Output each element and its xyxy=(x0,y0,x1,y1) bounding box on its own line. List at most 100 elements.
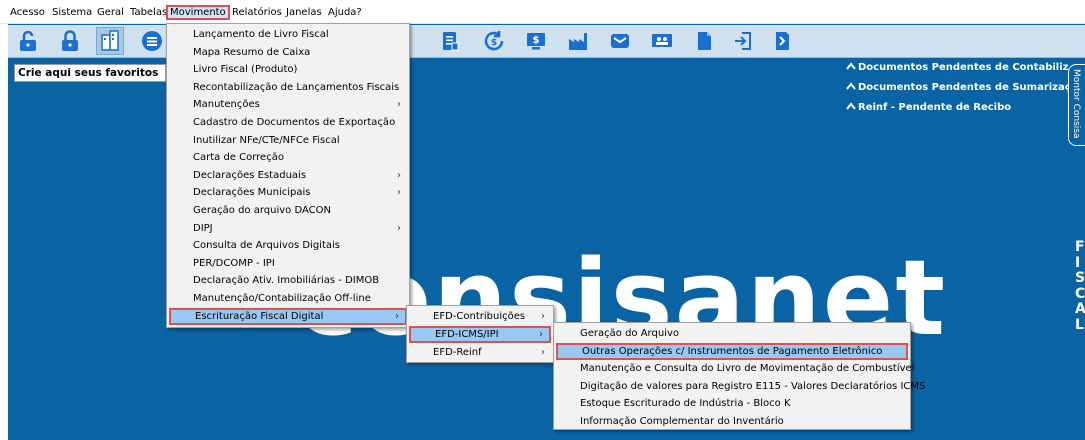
movimento-menu-item[interactable]: Livro Fiscal (Produto) xyxy=(169,61,407,78)
efd-menu-item[interactable]: EFD-ICMS/IPI › xyxy=(409,326,551,343)
tag-icon[interactable] xyxy=(768,27,796,55)
svg-text:$: $ xyxy=(491,38,497,48)
movimento-menu-item[interactable]: Escrituração Fiscal Digital › xyxy=(169,307,407,325)
side-letter: F xyxy=(1075,239,1085,255)
movimento-menu-item-label: Inutilizar NFe/CTe/NFCe Fiscal xyxy=(193,134,340,146)
movimento-menu-item[interactable]: Manutenções › xyxy=(169,96,407,113)
movimento-menu-item[interactable]: Mapa Resumo de Caixa xyxy=(169,44,407,61)
menu-janelas[interactable]: Janelas xyxy=(284,6,324,21)
movimento-menu-item[interactable]: Declaração Ativ. Imobiliárias - DIMOB xyxy=(169,272,407,289)
lock-icon[interactable] xyxy=(56,27,84,55)
movimento-menu-item-label: Recontabilização de Lançamentos Fiscais xyxy=(193,81,400,93)
list-icon[interactable] xyxy=(138,27,166,55)
chevron-right-icon: › xyxy=(397,99,401,111)
efd-menu-item-label: EFD-Contribuições xyxy=(433,311,526,322)
side-letter: A xyxy=(1075,301,1085,317)
movimento-menu-item[interactable]: Recontabilização de Lançamentos Fiscais xyxy=(169,79,407,96)
refresh-money-icon[interactable]: $ xyxy=(480,27,508,55)
factory-icon[interactable] xyxy=(564,27,592,55)
efd-icms-ipi-menu-item[interactable]: Digitação de valores para Registro E115 … xyxy=(556,378,925,395)
money-monitor-icon[interactable]: $ xyxy=(522,27,550,55)
mail-icon[interactable] xyxy=(606,27,634,55)
efd-icms-ipi-menu-item[interactable]: Outras Operações c/ Instrumentos de Paga… xyxy=(556,342,908,360)
movimento-menu-item-label: PER/DCOMP - IPI xyxy=(193,257,275,269)
efd-icms-ipi-menu-item-label: Outras Operações c/ Instrumentos de Paga… xyxy=(582,345,883,357)
efd-menu-item[interactable]: EFD-Reinf › xyxy=(409,344,551,361)
movimento-menu-item[interactable]: Inutilizar NFe/CTe/NFCe Fiscal xyxy=(169,132,407,149)
monitor-side-tab[interactable]: Montor Consisa xyxy=(1068,64,1085,146)
svg-text:$: $ xyxy=(533,35,540,46)
movimento-menu-item-label: DIPJ xyxy=(193,222,213,234)
movimento-menu-item[interactable]: Lançamento de Livro Fiscal xyxy=(169,26,407,43)
pending-summarization-label: Documentos Pendentes de Sumarizaçã xyxy=(858,82,1068,93)
efd-submenu: EFD-Contribuições › EFD-ICMS/IPI › EFD-Reinf… xyxy=(406,305,554,363)
movimento-menu-item-label: Escrituração Fiscal Digital xyxy=(195,310,324,322)
menu-movimento[interactable]: Movimento xyxy=(166,5,230,20)
efd-icms-ipi-menu-item[interactable]: Geração do Arquivo xyxy=(556,325,908,342)
menu-tabelas[interactable]: Tabelas xyxy=(128,6,169,21)
movimento-menu-item[interactable]: Geração do arquivo DACON xyxy=(169,202,407,219)
efd-icms-ipi-menu-item[interactable]: Informação Complementar do Inventário xyxy=(556,413,908,430)
side-letter: C xyxy=(1075,285,1085,302)
menu-sistema[interactable]: Sistema xyxy=(50,6,94,21)
menu-bar: Acesso Sistema Geral Tabelas Movimento R… xyxy=(0,0,1085,24)
chevron-up-icon xyxy=(846,82,856,90)
movimento-menu-item-label: Declaração Ativ. Imobiliárias - DIMOB xyxy=(193,275,380,287)
movimento-menu-item-label: Cadastro de Documentos de Exportação xyxy=(193,117,396,128)
movimento-menu-item[interactable]: Manutenção/Contabilização Off-line xyxy=(169,290,407,307)
menu-ajuda[interactable]: Ajuda? xyxy=(326,6,364,21)
movimento-menu-item-label: Manutenções xyxy=(193,99,260,111)
side-letters: F I S C A L xyxy=(1075,239,1085,333)
company-icon[interactable] xyxy=(96,27,124,55)
menu-relatorios[interactable]: Relatórios xyxy=(230,6,284,21)
movimento-menu-item[interactable]: DIPJ › xyxy=(169,220,407,237)
efd-icms-ipi-menu-item-label: Estoque Escriturado de Indústria - Bloco… xyxy=(580,398,791,409)
chevron-right-icon: › xyxy=(397,222,401,234)
chevron-right-icon: › xyxy=(397,169,401,181)
movimento-menu-item[interactable]: Carta de Correção xyxy=(169,149,407,166)
movimento-menu-item-label: Manutenção/Contabilização Off-line xyxy=(193,293,371,304)
efd-icms-ipi-menu-item-label: Manutenção e Consulta do Livro de Movime… xyxy=(580,363,915,374)
monitor-side-tab-label: Montor Consisa xyxy=(1071,69,1081,139)
menu-acesso[interactable]: Acesso xyxy=(8,6,47,21)
efd-menu-item-label: EFD-ICMS/IPI xyxy=(435,329,499,340)
pending-accounting-link[interactable]: Documentos Pendentes de Contabilizaç xyxy=(846,61,1068,73)
side-letter: S xyxy=(1075,270,1085,286)
movimento-menu-item-label: Lançamento de Livro Fiscal xyxy=(193,29,329,40)
chevron-right-icon: › xyxy=(541,347,545,358)
efd-menu-item[interactable]: EFD-Contribuições › xyxy=(409,308,551,325)
movimento-menu-item-label: Geração do arquivo DACON xyxy=(193,205,331,216)
movimento-menu-item[interactable]: Declarações Estaduais › xyxy=(169,167,407,184)
efd-menu-item-label: EFD-Reinf xyxy=(433,347,482,358)
pending-summarization-link[interactable]: Documentos Pendentes de Sumarizaçã xyxy=(846,81,1068,93)
menu-geral[interactable]: Geral xyxy=(95,6,126,21)
pending-reinf-link[interactable]: Reinf - Pendente de Recibo xyxy=(846,101,1068,113)
unlock-icon[interactable] xyxy=(14,27,42,55)
movimento-menu-item[interactable]: Declarações Municipais › xyxy=(169,184,407,201)
pending-reinf-label: Reinf - Pendente de Recibo xyxy=(858,102,1012,113)
efd-icms-ipi-menu-item[interactable]: Estoque Escriturado de Indústria - Bloco… xyxy=(556,395,908,412)
movimento-menu-item-label: Declarações Estaduais xyxy=(193,169,307,181)
favorites-bar[interactable]: Crie aqui seus favoritos xyxy=(14,64,166,82)
efd-icms-ipi-submenu: Geração do Arquivo Outras Operações c/ In… xyxy=(553,322,925,430)
movimento-menu-item[interactable]: Consulta de Arquivos Digitais xyxy=(169,237,407,254)
movimento-menu-item-label: Declarações Municipais xyxy=(193,187,311,199)
report-icon[interactable] xyxy=(436,27,464,55)
chevron-right-icon: › xyxy=(541,311,545,322)
efd-icms-ipi-menu-item-label: Geração do Arquivo xyxy=(580,328,679,339)
efd-icms-ipi-menu-item-label: Informação Complementar do Inventário xyxy=(580,415,784,427)
movimento-dropdown: Lançamento de Livro Fiscal Mapa Resumo de… xyxy=(166,23,410,328)
efd-icms-ipi-menu-item[interactable]: Manutenção e Consulta do Livro de Movime… xyxy=(556,360,914,377)
transfer-icon[interactable] xyxy=(730,27,758,55)
movimento-menu-item-label: Carta de Correção xyxy=(193,152,284,164)
movimento-menu-item-label: Mapa Resumo de Caixa xyxy=(193,46,311,58)
file-icon[interactable] xyxy=(690,27,718,55)
movimento-menu-item-label: Livro Fiscal (Produto) xyxy=(193,64,298,76)
people-icon[interactable] xyxy=(648,27,676,55)
side-letter: L xyxy=(1075,316,1084,333)
chevron-right-icon: › xyxy=(397,187,401,199)
chevron-right-icon: › xyxy=(539,329,543,340)
movimento-menu-item-label: Consulta de Arquivos Digitais xyxy=(193,240,340,252)
movimento-menu-item[interactable]: Cadastro de Documentos de Exportação xyxy=(169,114,407,131)
movimento-menu-item[interactable]: PER/DCOMP - IPI xyxy=(169,255,407,272)
